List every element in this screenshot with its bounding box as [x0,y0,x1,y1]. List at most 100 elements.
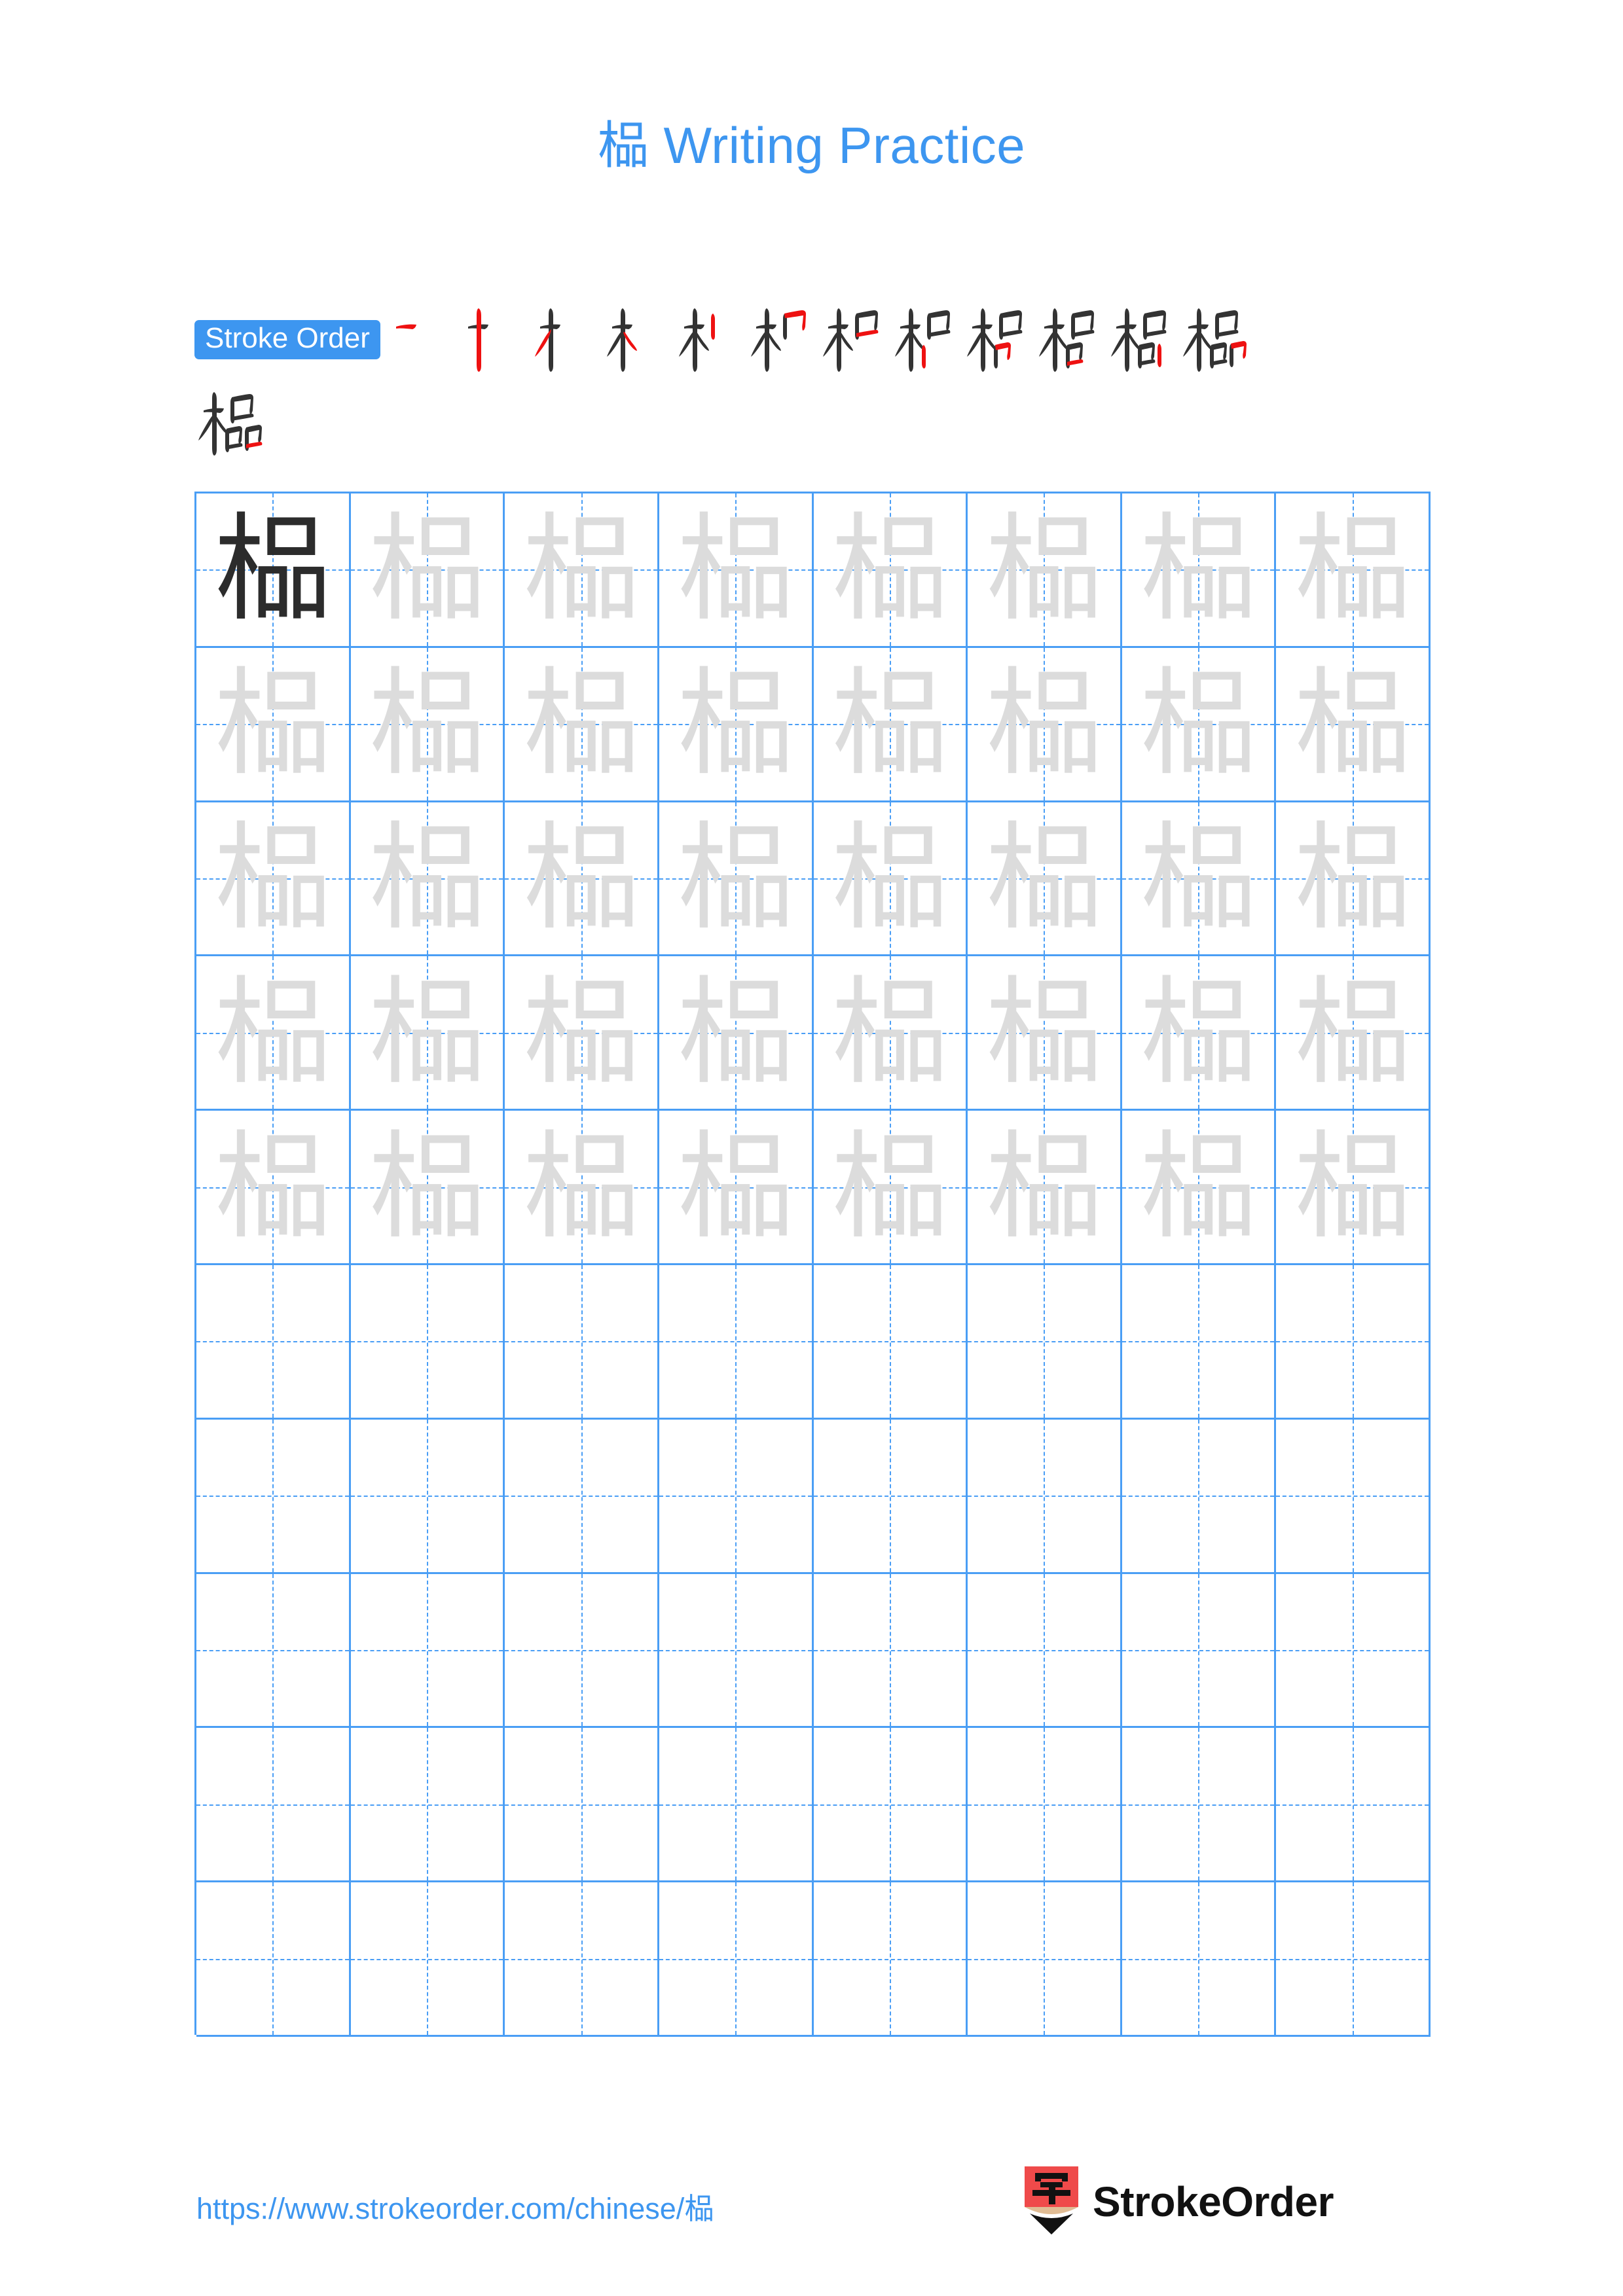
grid-cell[interactable] [505,1265,659,1420]
grid-cell[interactable] [350,1882,505,2037]
grid-cell[interactable]: 榀 [505,647,659,802]
grid-cell[interactable]: 榀 [659,956,814,1111]
grid-cell[interactable] [1276,1573,1431,1729]
trace-character: 榀 [985,1119,1103,1255]
trace-character: 榀 [1140,964,1257,1100]
grid-cell[interactable]: 榀 [1122,493,1277,648]
grid-cell[interactable] [968,1265,1122,1420]
grid-cell[interactable] [1276,1882,1431,2037]
grid-cell[interactable]: 榀 [659,493,814,648]
grid-cell[interactable] [659,1728,814,1883]
grid-row: 榀榀榀榀榀榀榀榀 [196,493,1431,648]
grid-cell[interactable] [1276,1728,1431,1883]
stroke-step-1 [387,298,459,382]
grid-cell[interactable] [505,1419,659,1574]
grid-cell[interactable] [813,1573,968,1729]
grid-cell[interactable]: 榀 [813,956,968,1111]
grid-cell[interactable] [1122,1728,1277,1883]
grid-cell[interactable]: 榀 [1122,802,1277,957]
grid-cell[interactable] [1122,1573,1277,1729]
trace-character: 榀 [368,501,485,637]
grid-cell[interactable]: 榀 [1122,1111,1277,1265]
footer-brand: StrokeOrder [1025,2166,1334,2237]
grid-cell[interactable] [813,1265,968,1420]
grid-cell[interactable]: 榀 [659,1111,814,1265]
grid-cell[interactable] [659,1419,814,1574]
grid-cell[interactable]: 榀 [968,1111,1122,1265]
grid-cell[interactable] [813,1728,968,1883]
stroke-order-section: Stroke Order [194,298,1438,465]
grid-cell[interactable] [1122,1882,1277,2037]
grid-cell[interactable]: 榀 [968,647,1122,802]
page-title: 榀 Writing Practice [0,105,1623,178]
grid-cell[interactable]: 榀 [813,1111,968,1265]
grid-cell[interactable] [1122,1265,1277,1420]
grid-cell[interactable]: 榀 [1122,647,1277,802]
grid-cell[interactable] [350,1573,505,1729]
grid-cell[interactable]: 榀 [659,802,814,957]
grid-cell[interactable] [968,1728,1122,1883]
grid-cell[interactable]: 榀 [968,493,1122,648]
grid-cell[interactable] [813,1882,968,2037]
grid-cell[interactable]: 榀 [350,493,505,648]
grid-cell[interactable] [659,1265,814,1420]
grid-cell[interactable]: 榀 [196,1111,351,1265]
grid-cell[interactable] [813,1419,968,1574]
grid-cell[interactable]: 榀 [1276,493,1431,648]
trace-character: 榀 [985,501,1103,637]
grid-cell[interactable]: 榀 [350,802,505,957]
trace-character: 榀 [831,656,948,792]
grid-cell[interactable]: 榀 [196,956,351,1111]
grid-cell[interactable] [350,1265,505,1420]
stroke-step-6 [747,298,819,382]
grid-row [196,1573,1431,1729]
grid-cell[interactable]: 榀 [1122,956,1277,1111]
grid-cell[interactable] [968,1573,1122,1729]
grid-cell[interactable] [505,1728,659,1883]
grid-cell[interactable] [196,1882,351,2037]
footer-url[interactable]: https://www.strokeorder.com/chinese/榀 [196,2185,714,2227]
grid-cell[interactable] [196,1265,351,1420]
grid-cell[interactable] [1122,1419,1277,1574]
grid-cell[interactable]: 榀 [1276,802,1431,957]
practice-grid: 榀榀榀榀榀榀榀榀榀榀榀榀榀榀榀榀榀榀榀榀榀榀榀榀榀榀榀榀榀榀榀榀榀榀榀榀榀榀榀榀 [194,492,1431,2037]
grid-cell[interactable]: 榀 [1276,1111,1431,1265]
grid-cell[interactable]: 榀 [505,1111,659,1265]
grid-cell[interactable] [350,1419,505,1574]
grid-cell[interactable] [505,1882,659,2037]
grid-cell[interactable] [968,1419,1122,1574]
grid-cell[interactable] [196,1419,351,1574]
grid-cell[interactable]: 榀 [1276,956,1431,1111]
trace-character: 榀 [985,810,1103,946]
grid-cell[interactable]: 榀 [505,956,659,1111]
grid-cell[interactable]: 榀 [196,647,351,802]
stroke-order-row-1: Stroke Order [194,298,1438,382]
trace-character: 榀 [1294,501,1411,637]
grid-cell[interactable] [659,1882,814,2037]
grid-cell[interactable]: 榀 [813,802,968,957]
grid-cell[interactable] [196,1573,351,1729]
trace-character: 榀 [368,656,485,792]
grid-cell[interactable] [1276,1419,1431,1574]
grid-cell[interactable]: 榀 [968,956,1122,1111]
grid-cell[interactable]: 榀 [196,493,351,648]
grid-cell[interactable]: 榀 [813,493,968,648]
trace-character: 榀 [368,964,485,1100]
grid-cell[interactable] [505,1573,659,1729]
grid-cell[interactable] [968,1882,1122,2037]
grid-cell[interactable]: 榀 [505,493,659,648]
grid-cell[interactable]: 榀 [505,802,659,957]
grid-cell[interactable]: 榀 [1276,647,1431,802]
grid-cell[interactable]: 榀 [350,1111,505,1265]
grid-cell[interactable] [1276,1265,1431,1420]
grid-cell[interactable]: 榀 [659,647,814,802]
grid-cell[interactable]: 榀 [350,647,505,802]
grid-cell[interactable] [350,1728,505,1883]
grid-cell[interactable] [659,1573,814,1729]
grid-cell[interactable] [196,1728,351,1883]
grid-cell[interactable]: 榀 [813,647,968,802]
trace-character: 榀 [985,964,1103,1100]
grid-cell[interactable]: 榀 [350,956,505,1111]
grid-cell[interactable]: 榀 [196,802,351,957]
grid-cell[interactable]: 榀 [968,802,1122,957]
